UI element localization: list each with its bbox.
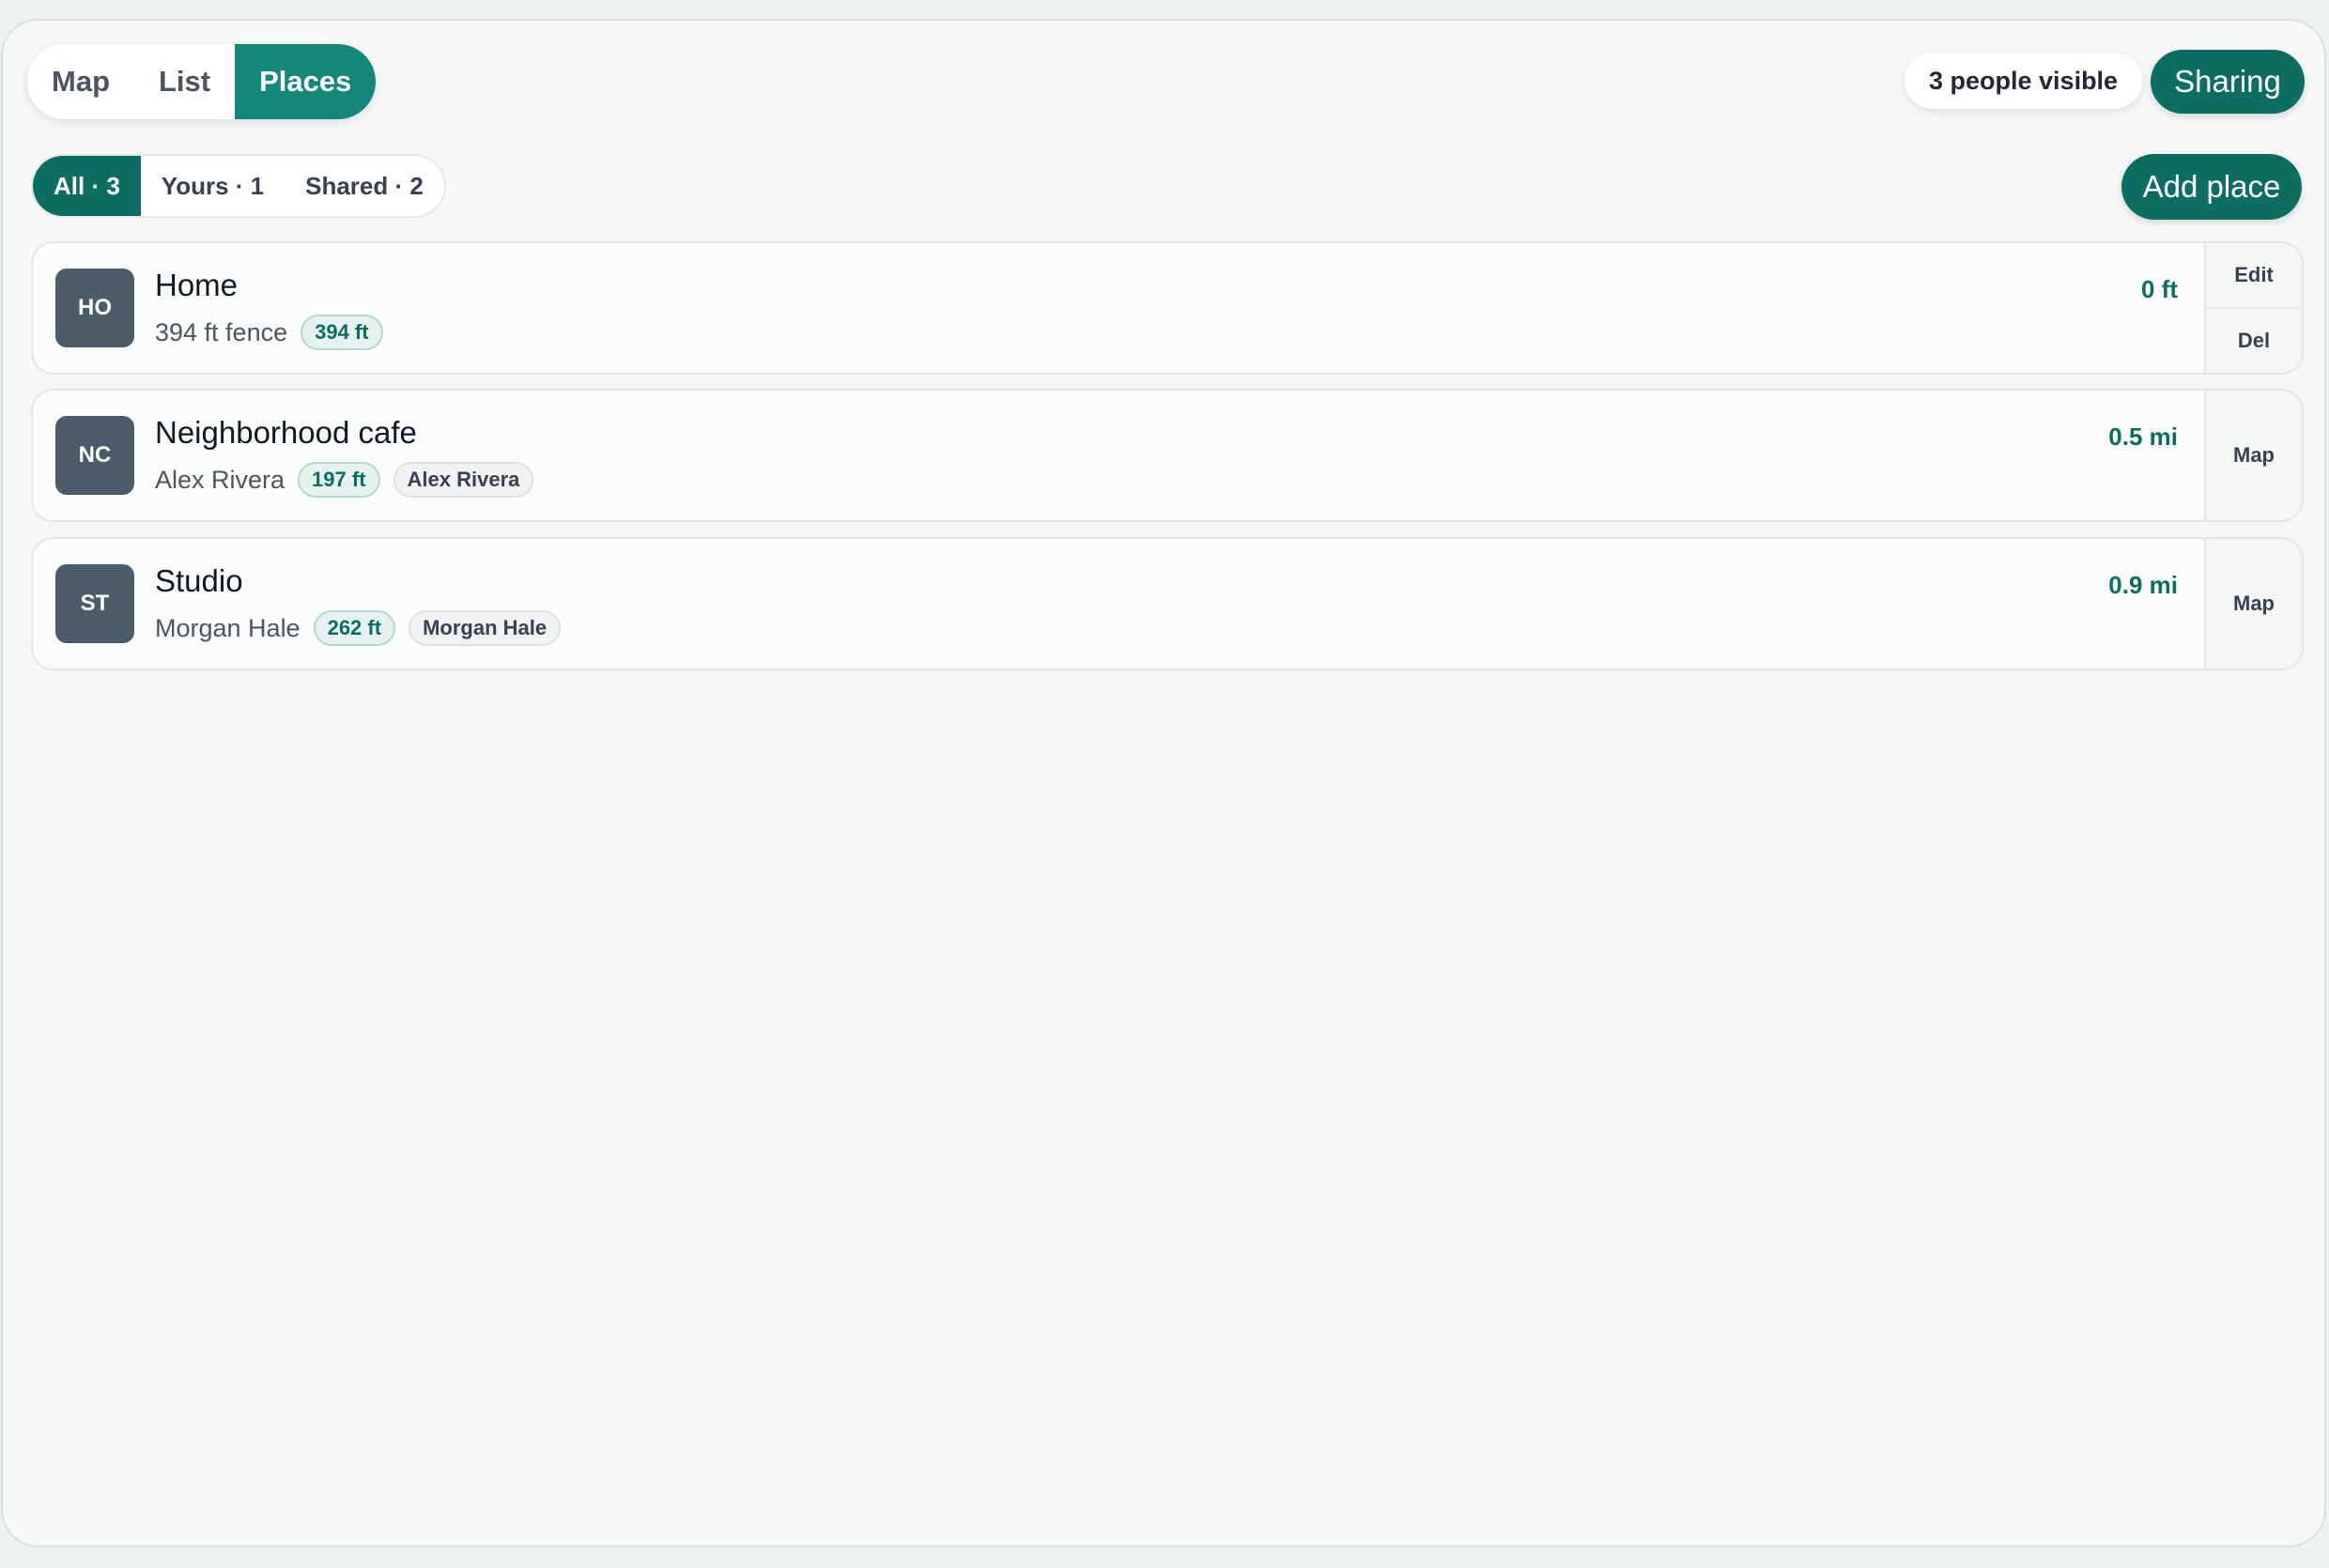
sharing-button[interactable]: Sharing xyxy=(2151,50,2305,114)
owner-chip: Alex Rivera xyxy=(393,462,534,498)
place-subtitle: Alex Rivera xyxy=(155,465,285,494)
owner-chip: Morgan Hale xyxy=(409,610,562,646)
show-on-map-button[interactable]: Map xyxy=(2206,539,2302,669)
place-details: Morgan Hale 262 ft Morgan Hale xyxy=(155,610,574,646)
place-actions: Map xyxy=(2204,539,2302,669)
tab-list[interactable]: List xyxy=(134,44,235,119)
filter-shared[interactable]: Shared · 2 xyxy=(285,156,444,216)
delete-place-button[interactable]: Del xyxy=(2206,307,2302,373)
filter-all[interactable]: All · 3 xyxy=(33,156,141,216)
place-name: Neighborhood cafe xyxy=(155,415,417,450)
place-distance: 0.5 mi xyxy=(2108,423,2178,451)
place-details: 394 ft fence 394 ft xyxy=(155,315,396,350)
radius-chip: 197 ft xyxy=(298,462,380,498)
filter-yours[interactable]: Yours · 1 xyxy=(141,156,285,216)
place-card-home[interactable]: HO Home 394 ft fence 394 ft 0 ft Edit De… xyxy=(31,241,2304,375)
place-subtitle: Morgan Hale xyxy=(155,613,301,642)
place-filter: All · 3 Yours · 1 Shared · 2 xyxy=(31,154,446,218)
place-avatar: NC xyxy=(55,416,134,495)
show-on-map-button[interactable]: Map xyxy=(2206,391,2302,520)
place-name: Studio xyxy=(155,563,243,598)
place-avatar: HO xyxy=(55,269,134,347)
add-place-button[interactable]: Add place xyxy=(2121,154,2302,220)
places-panel: Map List Places 3 people visible Sharing… xyxy=(1,19,2326,1547)
radius-chip: 394 ft xyxy=(301,315,383,350)
place-details: Alex Rivera 197 ft Alex Rivera xyxy=(155,462,547,498)
people-visible-badge[interactable]: 3 people visible xyxy=(1905,53,2143,109)
radius-chip: 262 ft xyxy=(313,610,396,646)
place-card-neighborhood-cafe[interactable]: NC Neighborhood cafe Alex Rivera 197 ft … xyxy=(31,389,2304,522)
place-actions: Map xyxy=(2204,391,2302,520)
place-distance: 0.9 mi xyxy=(2108,571,2178,599)
view-switcher: Map List Places xyxy=(27,44,377,119)
place-subtitle: 394 ft fence xyxy=(155,317,288,346)
tab-places[interactable]: Places xyxy=(235,44,377,119)
place-distance: 0 ft xyxy=(2141,275,2178,303)
place-avatar: ST xyxy=(55,564,134,643)
place-name: Home xyxy=(155,268,239,302)
place-card-studio[interactable]: ST Studio Morgan Hale 262 ft Morgan Hale… xyxy=(31,537,2304,670)
tab-map[interactable]: Map xyxy=(27,44,134,119)
place-actions: Edit Del xyxy=(2204,243,2302,373)
edit-place-button[interactable]: Edit xyxy=(2206,243,2302,307)
